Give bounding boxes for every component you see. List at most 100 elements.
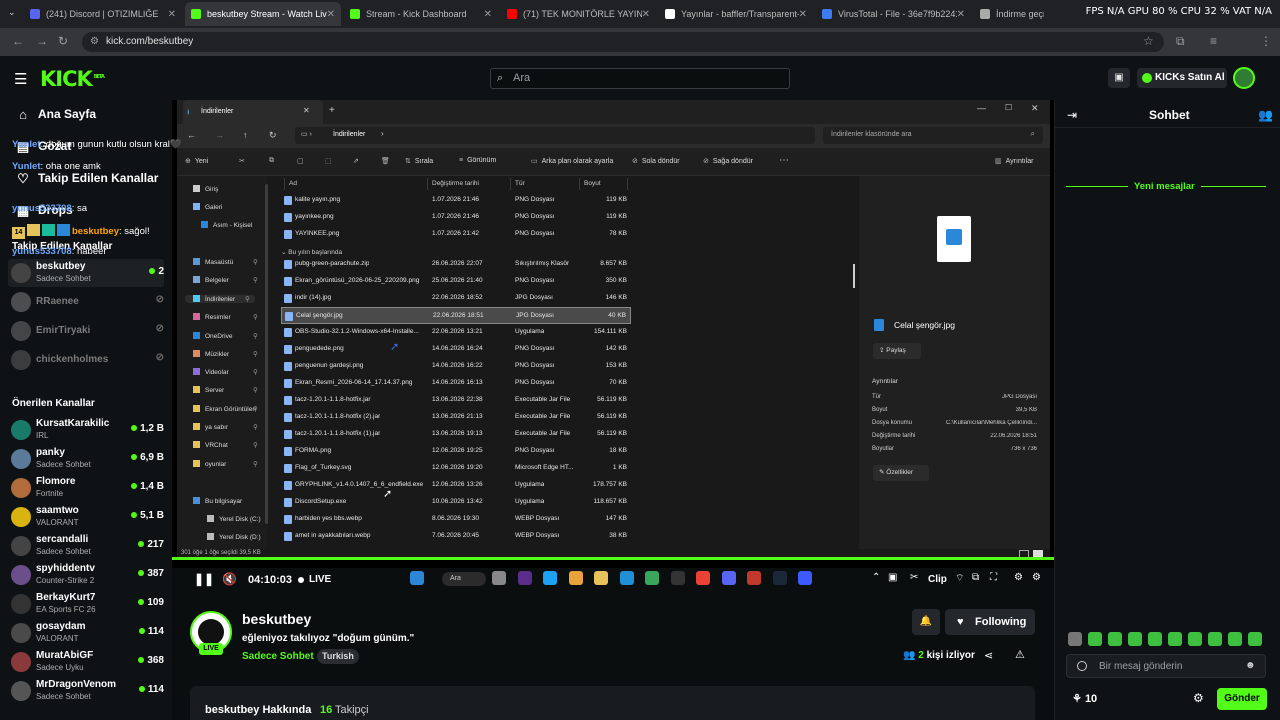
explorer-path-field[interactable]: ▭ › İndirilenler ›	[295, 127, 815, 144]
taskbar-app-icon[interactable]	[410, 571, 424, 585]
close-window-icon[interactable]: ✕	[1031, 103, 1039, 114]
recommended-channel[interactable]: gosaydam VALORANT 114	[8, 619, 164, 647]
hamburger-menu-icon[interactable]: ☰	[14, 70, 27, 88]
emote-icon[interactable]	[1168, 632, 1182, 646]
queue-icon[interactable]: ≡	[1210, 34, 1217, 48]
column-header[interactable]: Ad	[289, 180, 297, 187]
settings-gear-icon[interactable]: ⚙	[1014, 572, 1023, 583]
nav-item[interactable]: Server ⚲	[193, 386, 258, 394]
channel-name[interactable]: beskutbey	[242, 611, 311, 627]
taskbar-app-icon[interactable]	[721, 571, 736, 585]
tab-close-icon[interactable]: ✕	[484, 9, 492, 20]
clip-button[interactable]: Clip	[928, 574, 947, 585]
emote-icon[interactable]	[1128, 632, 1142, 646]
mute-icon[interactable]: 🔇	[222, 572, 237, 586]
taskbar-app-icon[interactable]	[747, 571, 761, 585]
explorer-toolbar-button[interactable]: ⇗	[353, 157, 363, 165]
followed-channel[interactable]: EmirTiryaki ⊘	[8, 317, 164, 345]
emote-icon[interactable]	[1248, 632, 1262, 646]
explorer-toolbar-button[interactable]: ⊘ Sağa döndür	[703, 157, 753, 165]
more-options-icon[interactable]: ⋯	[779, 155, 789, 166]
column-header[interactable]: Boyut	[584, 180, 601, 187]
nav-item[interactable]: İndirilenler ⚲	[185, 295, 255, 303]
chat-username[interactable]: beskutbey	[72, 226, 119, 237]
chat-identity-icon[interactable]	[1077, 661, 1087, 671]
chat-settings-icon[interactable]: ⚙	[1193, 691, 1204, 705]
file-row[interactable]: kalite yayın.png 1.07.2026 21:46 PNG Dosya…	[281, 192, 631, 209]
nav-item[interactable]: Masaüstü ⚲	[193, 258, 258, 266]
taskbar-app-icon[interactable]	[594, 571, 608, 585]
file-row[interactable]: tacz-1.20.1-1.1.8-hotfix (2).jar 13.06.20…	[281, 409, 631, 426]
nav-item[interactable]: Ekran Görüntüleri ⚲	[193, 405, 258, 413]
taskbar-app-icon[interactable]	[696, 571, 710, 585]
url-field[interactable]: ⚙ kick.com/beskutbey	[82, 32, 1164, 52]
taskbar-search[interactable]: Ara	[442, 572, 486, 586]
explorer-toolbar-button[interactable]: ✂	[239, 157, 249, 165]
explorer-toolbar-button[interactable]: ▥ Ayrıntılar	[995, 157, 1034, 165]
list-scrollbar-thumb[interactable]	[853, 264, 855, 288]
buy-kicks-button[interactable]: KICKs Satın Al	[1137, 68, 1227, 88]
chat-username[interactable]: Yunlet	[12, 161, 41, 172]
extensions-icon[interactable]: ⧉	[1176, 34, 1185, 49]
browser-tab[interactable]: VirusTotal - File - 36e7f9b2241d ✕	[816, 4, 971, 24]
pip-icon[interactable]: ⧉	[972, 572, 979, 583]
nav-item[interactable]: ya sabır ⚲	[193, 423, 258, 431]
sidebar-nav-3[interactable]: ♡ Takip Edilen Kanallar	[16, 171, 158, 186]
chat-users-icon[interactable]: 👥	[1258, 108, 1273, 122]
recommended-channel[interactable]: sercandalli Sadece Sohbet 217	[8, 532, 164, 560]
taskbar-app-icon[interactable]	[568, 571, 583, 585]
taskbar-app-icon[interactable]	[670, 571, 685, 585]
explorer-toolbar-button[interactable]: ▢	[297, 157, 308, 165]
chat-username[interactable]: yunus533708	[12, 246, 72, 257]
back-icon[interactable]: ←	[12, 34, 24, 48]
explorer-toolbar-button[interactable]: 🗑	[381, 157, 394, 165]
gift-icon[interactable]: ▣	[1108, 68, 1130, 88]
explorer-forward-icon[interactable]: →	[215, 130, 224, 140]
nav-item[interactable]: Resimler ⚲	[193, 313, 258, 321]
tab-close-icon[interactable]: ✕	[642, 9, 650, 20]
recommended-channel[interactable]: Flomore Fortnite 1,4 B	[8, 474, 164, 502]
explorer-toolbar-button[interactable]: ▭ Arka plan olarak ayarla	[531, 157, 613, 165]
tab-close-icon[interactable]: ✕	[168, 9, 176, 20]
chevron-up-icon[interactable]: ⌃	[872, 572, 880, 583]
explorer-toolbar-button[interactable]: ⊘ Sola döndür	[632, 157, 680, 165]
nav-item[interactable]: oyunlar ⚲	[193, 460, 258, 468]
nav-item[interactable]: Asım - Kişisel	[201, 221, 252, 229]
followed-channel[interactable]: beskutbey Sadece Sohbet 2	[8, 259, 164, 287]
nav-item[interactable]: Videolar ⚲	[193, 368, 258, 376]
sidebar-nav-1[interactable]: ⌂ Ana Sayfa	[16, 107, 96, 122]
file-row[interactable]: harbiden yes bbs.webp 8.06.2026 19:30 WEBP…	[281, 511, 631, 528]
browser-tab[interactable]: Stream - Kick Dashboard ✕	[344, 4, 498, 24]
recommended-channel[interactable]: MrDragonVenom Sadece Sohbet 114	[8, 677, 164, 705]
nav-item[interactable]: OneDrive ⚲	[193, 332, 258, 340]
following-button[interactable]: ♥ Following	[945, 609, 1035, 635]
taskbar-app-icon[interactable]	[772, 571, 787, 585]
video-progress-bar[interactable]	[172, 557, 1054, 560]
taskbar-app-icon[interactable]	[517, 571, 532, 585]
explorer-search-input[interactable]: İndirilenler klasöründe ara ⌕	[823, 127, 1043, 144]
emote-icon[interactable]	[1068, 632, 1082, 646]
file-row[interactable]: YAYINKEE.png 1.07.2026 21:42 PNG Dosyası 78…	[281, 226, 631, 243]
new-tab-icon[interactable]: +	[329, 105, 335, 116]
nav-item[interactable]: Belgeler ⚲	[193, 276, 258, 284]
emote-icon[interactable]	[1188, 632, 1202, 646]
file-row[interactable]: penguenun gardeşi.png 14.06.2026 16:22 PNG…	[281, 358, 631, 375]
nav-item[interactable]: VRChat ⚲	[193, 441, 258, 449]
clip-icon[interactable]: ✂	[910, 572, 918, 583]
file-row[interactable]: tacz-1.20.1-1.1.8-hotfix.jar 13.06.2026 2…	[281, 392, 631, 409]
fullscreen-icon[interactable]: ⛶	[990, 572, 997, 583]
browser-tab[interactable]: beskutbey Stream - Watch Live ✕	[185, 2, 341, 26]
recommended-channel[interactable]: panky Sadece Sohbet 6,9 B	[8, 445, 164, 473]
recommended-channel[interactable]: KursatKarakilic IRL 1,2 B	[8, 416, 164, 444]
chat-input[interactable]: Bir mesaj gönderin ☻	[1066, 654, 1266, 678]
file-row[interactable]: tacz-1.20.1-1.1.8-hotfix (1).jar 13.06.20…	[281, 426, 631, 443]
file-row[interactable]: OBS-Studio-32.1.2-Windows-x64-Installe..…	[281, 324, 631, 341]
pause-icon[interactable]: ❚❚	[194, 572, 214, 586]
file-row[interactable]: Flag_of_Turkey.svg 12.06.2026 19:20 Micros…	[281, 460, 631, 477]
file-row[interactable]: Ekran_görüntüsü_2026-06-25_220209.png 25.…	[281, 273, 631, 290]
file-row[interactable]: indir (14).jpg 22.06.2026 18:52 JPG Dosyas…	[281, 290, 631, 307]
emote-icon[interactable]	[1108, 632, 1122, 646]
nav-item[interactable]: Müzikler ⚲	[193, 350, 258, 358]
stream-category-link[interactable]: Sadece Sohbet	[242, 651, 314, 662]
file-row[interactable]: amet in ayakkabıları.webp 7.06.2026 20:45…	[281, 528, 631, 545]
